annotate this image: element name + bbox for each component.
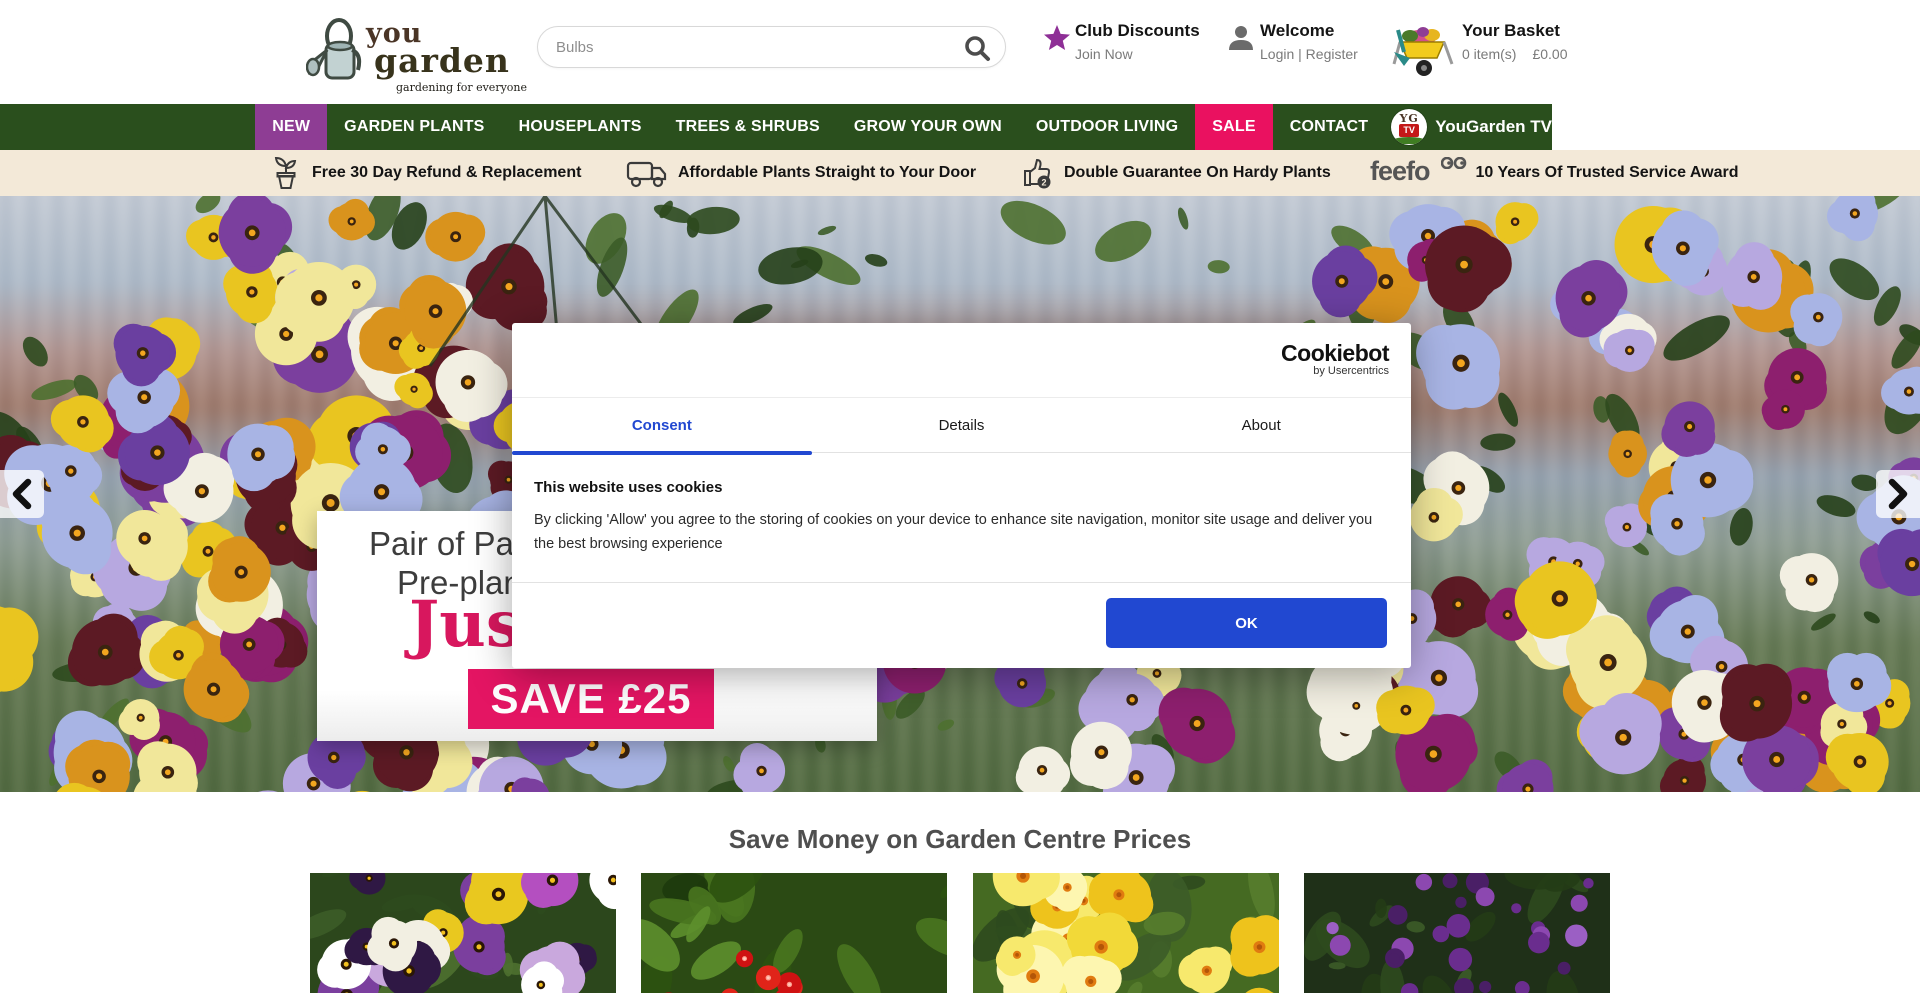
plant-pot-icon xyxy=(270,156,302,190)
login-register-link[interactable]: Login | Register xyxy=(1260,44,1368,64)
feefo-eyes-icon xyxy=(1441,157,1467,169)
logo-tagline: gardening for everyone xyxy=(396,81,527,94)
feefo-logo: feefo xyxy=(1370,156,1430,187)
benefit-delivery-text: Affordable Plants Straight to Your Door xyxy=(678,164,976,182)
cookiebot-name: Cookiebot xyxy=(1281,341,1389,365)
nav-spacer xyxy=(0,104,255,150)
carousel-prev-button[interactable] xyxy=(0,470,44,518)
benefit-delivery: Affordable Plants Straight to Your Door xyxy=(626,150,976,196)
benefit-refund: Free 30 Day Refund & Replacement xyxy=(270,150,581,196)
account-link[interactable]: Welcome Login | Register xyxy=(1228,20,1368,76)
join-now-link[interactable]: Join Now xyxy=(1075,44,1203,64)
tab-consent[interactable]: Consent xyxy=(512,398,812,452)
product-image-violas[interactable] xyxy=(310,873,616,993)
cookie-consent-dialog: Cookiebot by Usercentrics Consent Detail… xyxy=(512,323,1411,668)
nav-item-garden-plants[interactable]: GARDEN PLANTS xyxy=(327,104,501,150)
site-header: you garden gardening for everyone Club D… xyxy=(0,0,1920,104)
search-bar xyxy=(537,26,1006,68)
cookie-description: By clicking 'Allow' you agree to the sto… xyxy=(534,508,1390,556)
search-icon[interactable] xyxy=(963,34,991,62)
benefit-feefo-text: 10 Years Of Trusted Service Award xyxy=(1476,164,1739,182)
nav-item-contact[interactable]: CONTACT xyxy=(1273,104,1385,150)
chevron-right-icon xyxy=(1883,477,1913,511)
star-icon xyxy=(1043,24,1071,52)
person-icon xyxy=(1228,24,1254,52)
cookiebot-logo: Cookiebot by Usercentrics xyxy=(1281,341,1389,378)
main-navigation: NEW GARDEN PLANTS HOUSEPLANTS TREES & SH… xyxy=(0,104,1552,150)
logo-text-garden: garden xyxy=(374,41,510,80)
product-image-salvia[interactable] xyxy=(1304,873,1610,993)
nav-item-outdoor-living[interactable]: OUTDOOR LIVING xyxy=(1019,104,1195,150)
tab-details[interactable]: Details xyxy=(812,398,1112,452)
nav-item-yougarden-tv[interactable]: YG TV YouGarden TV xyxy=(1391,104,1552,150)
cookie-dialog-tabs: Consent Details About xyxy=(512,397,1411,453)
thumbs-up-2-icon: 2 xyxy=(1020,156,1054,190)
search-input[interactable] xyxy=(556,27,956,67)
svg-text:2: 2 xyxy=(1041,178,1046,188)
benefits-bar: Free 30 Day Refund & Replacement Afforda… xyxy=(0,150,1920,196)
cookie-dialog-footer: OK xyxy=(512,582,1411,668)
nav-item-new[interactable]: NEW xyxy=(255,104,327,150)
nav-item-houseplants[interactable]: HOUSEPLANTS xyxy=(502,104,659,150)
nav-item-sale[interactable]: SALE xyxy=(1195,104,1272,150)
promo-title-line1: Pair of Pan xyxy=(369,525,532,563)
product-image-holly-berries[interactable] xyxy=(641,873,947,993)
tab-about[interactable]: About xyxy=(1111,398,1411,452)
product-image-daffodils[interactable] xyxy=(973,873,1279,993)
wheelbarrow-icon xyxy=(1390,24,1456,78)
basket-title: Your Basket xyxy=(1462,20,1580,42)
delivery-truck-icon xyxy=(626,157,668,189)
site-logo[interactable]: you garden gardening for everyone xyxy=(306,8,526,98)
benefit-guarantee: 2 Double Guarantee On Hardy Plants xyxy=(1020,150,1331,196)
carousel-next-button[interactable] xyxy=(1876,470,1920,518)
yougarden-tv-label: YouGarden TV xyxy=(1435,117,1552,137)
basket-total: £0.00 xyxy=(1532,44,1567,64)
benefit-guarantee-text: Double Guarantee On Hardy Plants xyxy=(1064,164,1331,182)
yougarden-tv-icon: YG TV xyxy=(1391,109,1427,145)
ok-button[interactable]: OK xyxy=(1106,598,1387,648)
nav-item-grow-your-own[interactable]: GROW YOUR OWN xyxy=(837,104,1019,150)
benefit-refund-text: Free 30 Day Refund & Replacement xyxy=(312,164,581,182)
basket-link[interactable]: Your Basket 0 item(s) £0.00 xyxy=(1390,20,1580,76)
promo-price-text: Jus xyxy=(409,587,522,662)
club-discounts-title: Club Discounts xyxy=(1075,20,1203,42)
tv-badge-tv: TV xyxy=(1399,124,1419,137)
nav-item-trees-shrubs[interactable]: TREES & SHRUBS xyxy=(659,104,837,150)
yougarden-homepage: you garden gardening for everyone Club D… xyxy=(0,0,1920,993)
section-heading: Save Money on Garden Centre Prices xyxy=(0,824,1920,855)
watering-can-icon xyxy=(306,10,364,90)
chevron-left-icon xyxy=(7,477,37,511)
club-discounts-link[interactable]: Club Discounts Join Now xyxy=(1043,20,1203,76)
cookie-heading: This website uses cookies xyxy=(534,479,1387,496)
welcome-title: Welcome xyxy=(1260,20,1368,42)
cookie-dialog-body: This website uses cookies By clicking 'A… xyxy=(512,453,1411,556)
tv-badge-grass xyxy=(1393,137,1425,144)
promo-save-badge: SAVE £25 xyxy=(468,669,714,729)
cookiebot-byline: by Usercentrics xyxy=(1281,365,1389,378)
cookie-dialog-header: Cookiebot by Usercentrics xyxy=(512,323,1411,397)
basket-count: 0 item(s) xyxy=(1462,44,1516,64)
benefit-feefo: feefo 10 Years Of Trusted Service Award xyxy=(1370,150,1738,196)
